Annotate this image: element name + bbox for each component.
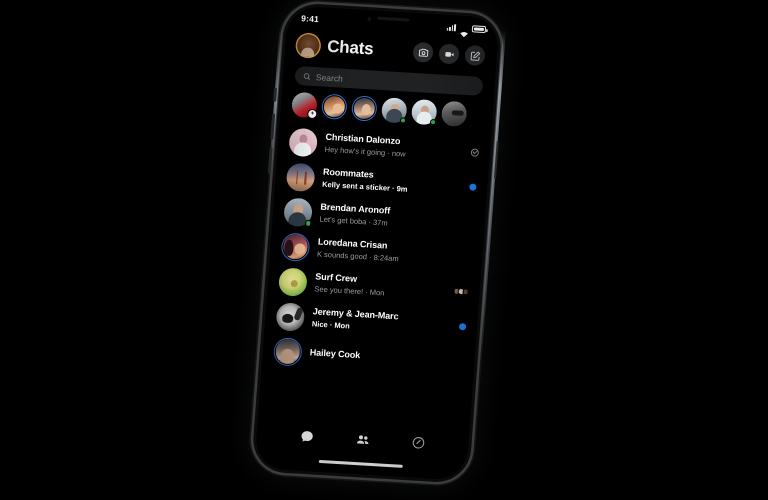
search-input[interactable]: Search (316, 72, 344, 84)
search-icon (303, 72, 311, 80)
story-avatar (323, 95, 346, 118)
chat-text: Jeremy & Jean-Marc Nice · Mon (312, 307, 437, 337)
chat-meta (446, 287, 469, 296)
story-2[interactable] (351, 95, 378, 121)
story-5[interactable] (440, 100, 468, 128)
status-indicators (446, 23, 487, 37)
chat-avatar (275, 301, 306, 332)
header-actions (412, 41, 486, 67)
cellular-bars-icon (446, 23, 457, 31)
tab-chats[interactable] (293, 425, 320, 446)
front-camera (367, 16, 372, 21)
home-indicator (318, 459, 403, 468)
chat-text: Loredana Crisan K sounds good · 8:24am (317, 237, 442, 267)
chat-meta (449, 256, 471, 257)
chat-avatar (273, 337, 303, 367)
battery-icon (471, 24, 487, 33)
video-call-button[interactable] (438, 43, 460, 65)
chat-meta (444, 322, 467, 331)
chat-avatar (283, 196, 314, 227)
chat-meta (457, 147, 480, 157)
chat-text: Brendan Aronoff Let's get boba · 37m (319, 202, 444, 232)
phone-screen: 9:41 Chats Search + Christian Dalonzo He… (254, 5, 500, 481)
chat-meta (442, 361, 464, 362)
story-avatar (440, 100, 468, 128)
add-story-plus: + (310, 110, 315, 118)
page-title: Chats (326, 36, 375, 59)
profile-avatar[interactable] (296, 33, 321, 58)
unread-dot (469, 183, 477, 191)
bottom-tab-bar (256, 420, 470, 459)
chat-name: Hailey Cook (309, 347, 361, 361)
chat-meta (454, 183, 477, 191)
messenger-app: Chats Search + Christian Dalonzo Hey how… (254, 5, 500, 481)
read-receipt-icon (470, 147, 480, 157)
chat-text: Christian Dalonzo Hey how's it going · no… (324, 132, 449, 162)
screenshot-stage: 9:41 Chats Search + Christian Dalonzo He… (0, 0, 768, 500)
compose-button[interactable] (464, 44, 486, 67)
story-avatar (353, 97, 376, 120)
chat-avatar (277, 266, 308, 297)
chat-text: Hailey Cook (309, 347, 434, 366)
wifi-icon (459, 24, 468, 37)
chat-text: Surf Crew See you there! · Mon (314, 272, 439, 302)
story-4[interactable] (410, 98, 438, 126)
camera-button[interactable] (412, 41, 434, 63)
chat-text: Roommates Kelly sent a sticker · 9m (322, 167, 447, 197)
discover-compass-icon (412, 437, 425, 449)
chat-avatar (285, 162, 316, 192)
chat-bubble-icon (301, 430, 313, 442)
active-status-dot (304, 219, 312, 227)
tab-people[interactable] (349, 429, 376, 450)
chat-list: Christian Dalonzo Hey how's it going · no… (262, 121, 492, 380)
chat-meta (452, 221, 474, 222)
phone-device: 9:41 Chats Search + Christian Dalonzo He… (250, 2, 506, 484)
unread-dot (458, 323, 467, 331)
story-1[interactable] (321, 94, 348, 120)
chat-avatar (281, 232, 311, 262)
tab-discover[interactable] (405, 432, 432, 453)
earpiece-speaker (377, 16, 410, 22)
status-time: 9:41 (300, 13, 320, 25)
people-icon (356, 434, 368, 444)
story-3[interactable] (380, 97, 408, 124)
chat-avatar (288, 127, 319, 157)
seen-by-avatars (452, 287, 469, 296)
your-story[interactable]: + (291, 91, 318, 120)
